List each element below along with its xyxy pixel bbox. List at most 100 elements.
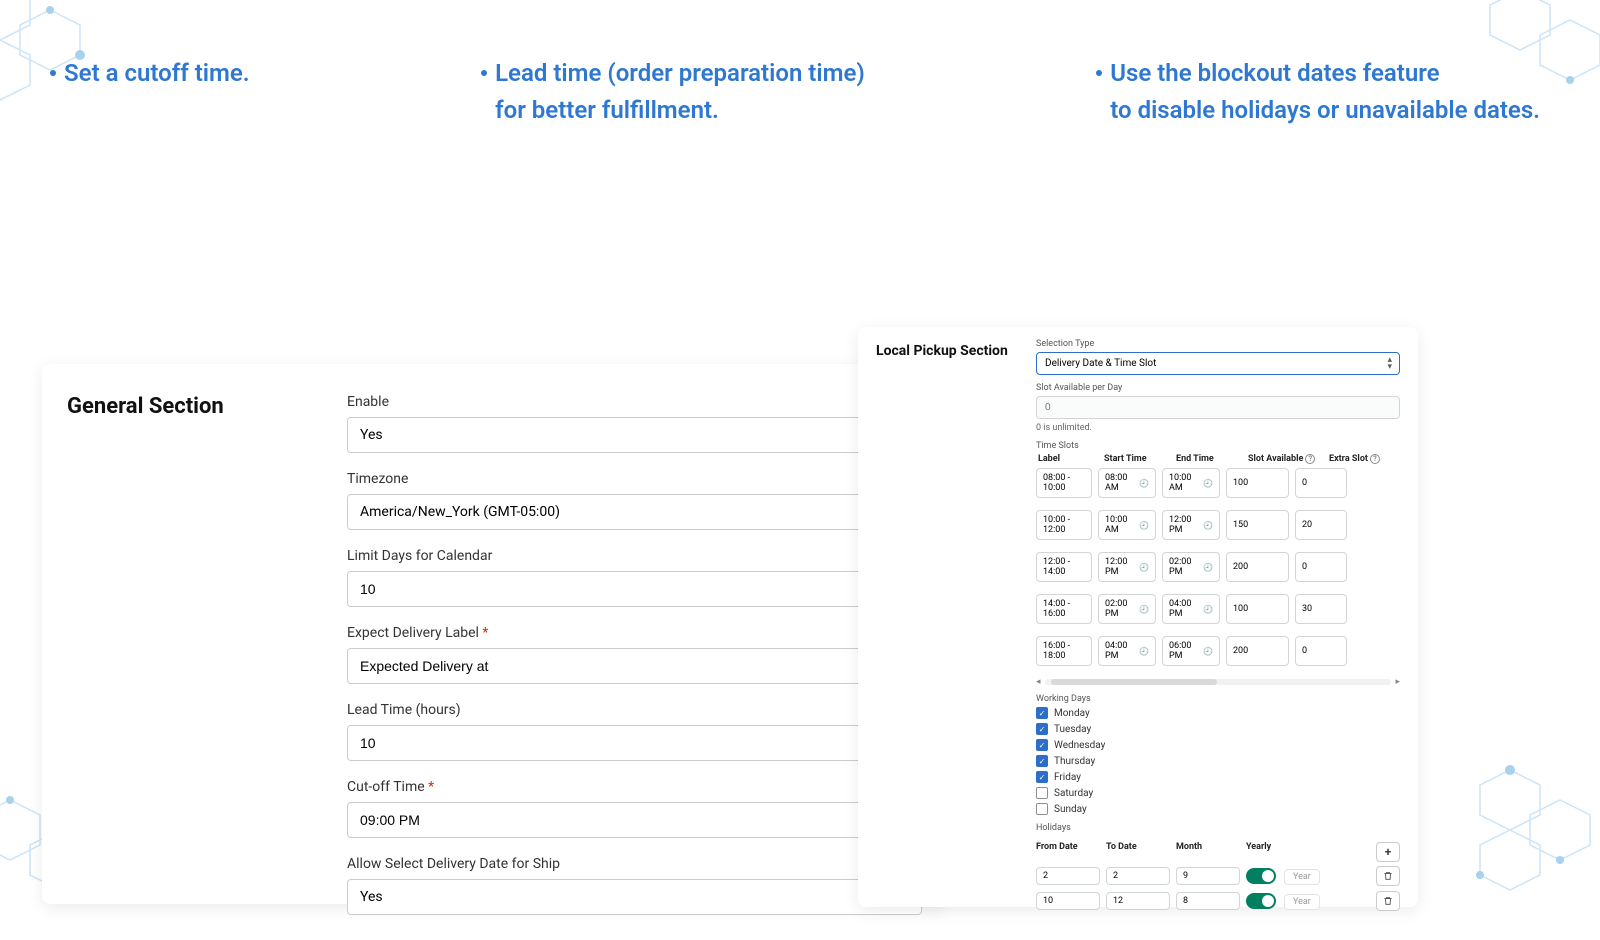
limit-days-input[interactable] <box>347 571 922 607</box>
clock-icon: 🕘 <box>1203 647 1213 656</box>
help-icon[interactable]: ? <box>1305 454 1315 464</box>
working-day-row: ✓ Wednesday <box>1036 739 1400 751</box>
general-section-panel: General Section Enable Yes▴▾ Timezone Am… <box>42 364 947 904</box>
clock-icon: 🕘 <box>1203 563 1213 572</box>
day-checkbox[interactable] <box>1036 787 1048 799</box>
general-section-title: General Section <box>67 394 307 874</box>
expect-delivery-label-input[interactable] <box>347 648 922 684</box>
slot-available-input[interactable]: 200 <box>1226 552 1289 582</box>
day-label: Friday <box>1054 772 1081 783</box>
year-label: Year <box>1284 869 1320 885</box>
timezone-select[interactable]: America/New_York (GMT-05:00) <box>347 494 922 530</box>
slot-extra-input[interactable]: 30 <box>1295 594 1347 624</box>
holiday-row: 229Year <box>1036 866 1400 886</box>
time-slots-label: Time Slots <box>1036 441 1400 451</box>
day-label: Thursday <box>1054 756 1095 767</box>
slot-extra-input[interactable]: 0 <box>1295 468 1347 498</box>
time-slot-row: 14:00 - 16:0002:00 PM 🕘04:00 PM 🕘10030 <box>1036 594 1400 624</box>
slot-per-day-input[interactable] <box>1036 396 1400 419</box>
slot-end-input[interactable]: 10:00 AM 🕘 <box>1162 468 1220 498</box>
cutoff-time-input[interactable] <box>347 802 922 838</box>
day-checkbox[interactable] <box>1036 803 1048 815</box>
slot-end-input[interactable]: 12:00 PM 🕘 <box>1162 510 1220 540</box>
slot-end-input[interactable]: 04:00 PM 🕘 <box>1162 594 1220 624</box>
day-checkbox[interactable]: ✓ <box>1036 723 1048 735</box>
clock-icon: 🕘 <box>1203 521 1213 530</box>
bullet-leadtime: Lead time (order preparation time) for b… <box>481 55 865 129</box>
time-slot-row: 16:00 - 18:0004:00 PM 🕘06:00 PM 🕘2000 <box>1036 636 1400 666</box>
holidays-label: Holidays <box>1036 823 1400 833</box>
help-icon[interactable]: ? <box>1370 454 1380 464</box>
scroll-right-icon[interactable]: ▸ <box>1395 677 1400 687</box>
yearly-toggle[interactable] <box>1246 893 1276 909</box>
enable-label: Enable <box>347 394 922 410</box>
clock-icon: 🕘 <box>1139 563 1149 572</box>
local-pickup-title: Local Pickup Section <box>876 339 1036 369</box>
add-holiday-button[interactable]: + <box>1376 842 1400 862</box>
day-checkbox[interactable]: ✓ <box>1036 707 1048 719</box>
lead-time-input[interactable] <box>347 725 922 761</box>
slot-available-input[interactable]: 150 <box>1226 510 1289 540</box>
slot-available-input[interactable]: 100 <box>1226 468 1289 498</box>
slot-available-input[interactable]: 100 <box>1226 594 1289 624</box>
day-label: Monday <box>1054 708 1090 719</box>
clock-icon: 🕘 <box>1139 605 1149 614</box>
selection-type-select[interactable]: Delivery Date & Time Slot <box>1036 352 1400 375</box>
horizontal-scrollbar[interactable]: ◂▸ <box>1036 678 1400 686</box>
slot-available-input[interactable]: 200 <box>1226 636 1289 666</box>
bullet-text: Lead time (order preparation time) for b… <box>495 55 865 129</box>
day-label: Wednesday <box>1054 740 1105 751</box>
yearly-toggle[interactable] <box>1246 868 1276 884</box>
scroll-left-icon[interactable]: ◂ <box>1036 677 1041 687</box>
holiday-month-input[interactable]: 8 <box>1176 892 1240 910</box>
slot-start-input[interactable]: 10:00 AM 🕘 <box>1098 510 1156 540</box>
day-checkbox[interactable]: ✓ <box>1036 755 1048 767</box>
slot-end-input[interactable]: 02:00 PM 🕘 <box>1162 552 1220 582</box>
working-day-row: Saturday <box>1036 787 1400 799</box>
slot-start-input[interactable]: 04:00 PM 🕘 <box>1098 636 1156 666</box>
slot-start-input[interactable]: 08:00 AM 🕘 <box>1098 468 1156 498</box>
day-label: Tuesday <box>1054 724 1091 735</box>
time-slots-header: Label Start Time End Time Slot Available… <box>1036 454 1400 468</box>
time-slot-row: 08:00 - 10:0008:00 AM 🕘10:00 AM 🕘1000 <box>1036 468 1400 498</box>
slot-label-input[interactable]: 14:00 - 16:00 <box>1036 594 1092 624</box>
slot-start-input[interactable]: 02:00 PM 🕘 <box>1098 594 1156 624</box>
enable-select[interactable]: Yes <box>347 417 922 453</box>
holiday-from-input[interactable]: 2 <box>1036 867 1100 885</box>
slot-start-input[interactable]: 12:00 PM 🕘 <box>1098 552 1156 582</box>
expect-delivery-label-label: Expect Delivery Label * <box>347 625 922 641</box>
slot-per-day-label: Slot Available per Day <box>1036 383 1400 393</box>
allow-ship-label: Allow Select Delivery Date for Ship <box>347 856 922 872</box>
day-checkbox[interactable]: ✓ <box>1036 771 1048 783</box>
time-slot-row: 12:00 - 14:0012:00 PM 🕘02:00 PM 🕘2000 <box>1036 552 1400 582</box>
cutoff-time-label: Cut-off Time * <box>347 779 922 795</box>
holiday-to-input[interactable]: 12 <box>1106 892 1170 910</box>
bullet-text: Use the blockout dates feature to disabl… <box>1110 55 1540 129</box>
holiday-row: 10 12 8 Year <box>1036 891 1400 911</box>
slot-extra-input[interactable]: 20 <box>1295 510 1347 540</box>
holiday-month-input[interactable]: 9 <box>1176 867 1240 885</box>
clock-icon: 🕘 <box>1139 647 1149 656</box>
delete-holiday-button[interactable] <box>1376 891 1400 911</box>
working-days-label: Working Days <box>1036 694 1400 704</box>
day-label: Sunday <box>1054 804 1087 815</box>
working-day-row: ✓ Monday <box>1036 707 1400 719</box>
slot-label-input[interactable]: 12:00 - 14:00 <box>1036 552 1092 582</box>
selection-type-label: Selection Type <box>1036 339 1400 349</box>
lead-time-label: Lead Time (hours) <box>347 702 922 718</box>
year-label: Year <box>1284 894 1320 910</box>
day-checkbox[interactable]: ✓ <box>1036 739 1048 751</box>
working-day-row: Sunday <box>1036 803 1400 815</box>
time-slot-row: 10:00 - 12:0010:00 AM 🕘12:00 PM 🕘15020 <box>1036 510 1400 540</box>
slot-end-input[interactable]: 06:00 PM 🕘 <box>1162 636 1220 666</box>
slot-extra-input[interactable]: 0 <box>1295 552 1347 582</box>
working-day-row: ✓ Tuesday <box>1036 723 1400 735</box>
slot-label-input[interactable]: 10:00 - 12:00 <box>1036 510 1092 540</box>
slot-label-input[interactable]: 16:00 - 18:00 <box>1036 636 1092 666</box>
holiday-to-input[interactable]: 2 <box>1106 867 1170 885</box>
slot-extra-input[interactable]: 0 <box>1295 636 1347 666</box>
delete-holiday-button[interactable] <box>1376 866 1400 886</box>
allow-ship-select[interactable]: Yes <box>347 879 922 915</box>
slot-label-input[interactable]: 08:00 - 10:00 <box>1036 468 1092 498</box>
holiday-from-input[interactable]: 10 <box>1036 892 1100 910</box>
